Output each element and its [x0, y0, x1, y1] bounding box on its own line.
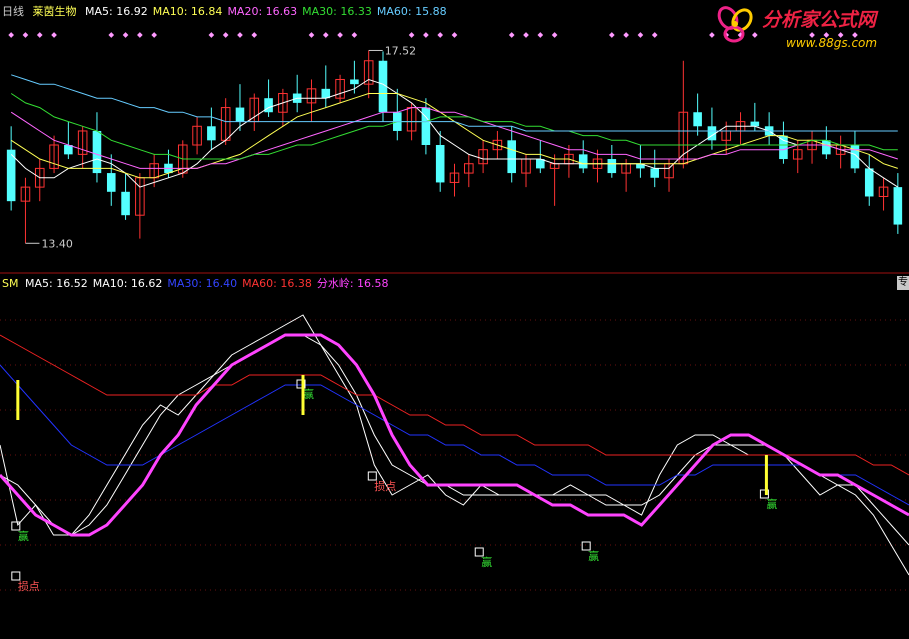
stock-name: 莱茵生物	[32, 5, 77, 18]
indicator-legend: SM MA5: 16.52 MA10: 16.62 MA30: 16.40 MA60:…	[2, 277, 399, 291]
signal-box	[474, 547, 484, 557]
candle-body	[693, 112, 702, 127]
signal-dot-marker	[451, 32, 458, 38]
candle-body	[779, 135, 788, 160]
sm-line	[0, 334, 909, 546]
signal-dot-marker	[523, 32, 529, 38]
candle-body	[578, 154, 588, 169]
signal-dot-marker	[22, 32, 29, 38]
win-signal-label: 赢	[303, 387, 314, 401]
signal-dot-marker	[337, 32, 343, 38]
candle-body	[650, 168, 660, 178]
signal-dot-marker	[36, 32, 43, 38]
signal-dot-marker	[637, 32, 644, 38]
legend-sm-ma10: MA10: 16.62	[92, 277, 163, 290]
legend-price-ma10: MA10: 16.84	[152, 5, 223, 18]
signal-dot-marker	[408, 32, 415, 38]
watermark-logo: 分析家公式网 www.88gs.com	[717, 6, 879, 50]
signal-dot-marker	[322, 32, 329, 38]
win-signal-label: 赢	[588, 549, 599, 563]
signal-box	[11, 521, 21, 531]
candle-body	[435, 145, 445, 183]
signal-dot-marker	[437, 32, 444, 38]
signal-dot-marker	[108, 32, 115, 38]
signal-box	[581, 541, 591, 551]
legend-sm-分水岭: 分水岭: 16.58	[316, 277, 389, 290]
legend-price-ma60: MA60: 15.88	[376, 5, 447, 18]
legend-sm-ma60: MA60: 16.38	[242, 277, 312, 290]
stop-loss-label: 损点	[374, 479, 396, 493]
price-legend: 日线 莱茵生物 MA5: 16.92 MA10: 16.84 MA20: 16.63…	[2, 5, 457, 19]
signal-dot-marker	[308, 32, 315, 38]
signal-dot-marker	[222, 32, 229, 38]
signal-dot-marker	[151, 32, 157, 38]
high-price-label: 17.52	[385, 44, 417, 57]
candle-body	[92, 130, 102, 174]
ma-line-ma30	[10, 93, 898, 160]
flower-icon	[717, 6, 753, 43]
signal-dot-marker	[251, 32, 258, 38]
legend-sm-ma5: MA5: 16.52	[24, 277, 88, 290]
signal-dot-marker	[623, 32, 629, 38]
signal-dot-marker	[351, 32, 358, 38]
legend-sm-ma30: MA30: 16.40	[167, 277, 238, 290]
candle-body	[235, 107, 245, 122]
candle-body	[750, 121, 760, 127]
signal-dot-marker	[237, 32, 243, 38]
period-label: 日线	[2, 5, 24, 18]
candle-body	[864, 168, 874, 197]
stock-chart[interactable]: 17.5213.40赢赢赢 赢赢损点损点	[0, 0, 909, 639]
win-signal-label: 赢	[766, 497, 777, 511]
signal-bar	[301, 375, 305, 415]
indicator-values: MA5: 16.52 MA10: 16.62 MA30: 16.40 MA60: 16…	[25, 277, 394, 290]
signal-dot-marker	[423, 32, 429, 38]
candle-body	[822, 140, 831, 155]
brand-url: www.88gs.com	[786, 36, 877, 50]
legend-price-ma30: MA30: 16.33	[302, 5, 372, 18]
signal-dot-marker	[137, 32, 143, 38]
candle-body	[893, 187, 903, 225]
candle-body	[121, 191, 130, 216]
signal-dot-marker	[608, 32, 615, 38]
side-toggle-button[interactable]: 专	[897, 276, 909, 290]
candle-body	[607, 159, 617, 174]
candle-body	[507, 140, 516, 174]
signal-bar	[16, 380, 20, 420]
signal-dot-marker	[8, 32, 14, 38]
legend-price-ma20: MA20: 16.63	[227, 5, 298, 18]
signal-dot-marker	[551, 32, 558, 38]
signal-box	[11, 571, 21, 581]
brand-name: 分析家公式网	[762, 9, 879, 31]
signal-dot-marker	[537, 32, 544, 38]
signal-dot-marker	[508, 32, 515, 38]
candle-body	[207, 126, 216, 141]
signal-dot-marker	[651, 32, 658, 38]
low-price-label: 13.40	[41, 237, 72, 250]
stop-loss-label: 损点	[18, 579, 40, 593]
win-signal-label: 赢	[18, 529, 29, 543]
indicator-name: SM	[2, 277, 19, 290]
candle-body	[106, 173, 116, 192]
signal-bar	[764, 455, 768, 495]
win-signal-label: 赢	[481, 555, 492, 569]
candle-body	[350, 79, 359, 85]
legend-price-ma5: MA5: 16.92	[85, 5, 148, 18]
ma-line-ma60	[11, 74, 898, 132]
signal-box	[367, 471, 377, 481]
signal-dot-marker	[51, 32, 57, 38]
sm-line	[0, 334, 909, 476]
signal-dot-marker	[122, 32, 129, 38]
candle-body	[421, 107, 431, 145]
signal-dot-marker	[208, 32, 215, 38]
price-ma-values: MA5: 16.92 MA10: 16.84 MA20: 16.63 MA30: 16…	[85, 5, 452, 18]
